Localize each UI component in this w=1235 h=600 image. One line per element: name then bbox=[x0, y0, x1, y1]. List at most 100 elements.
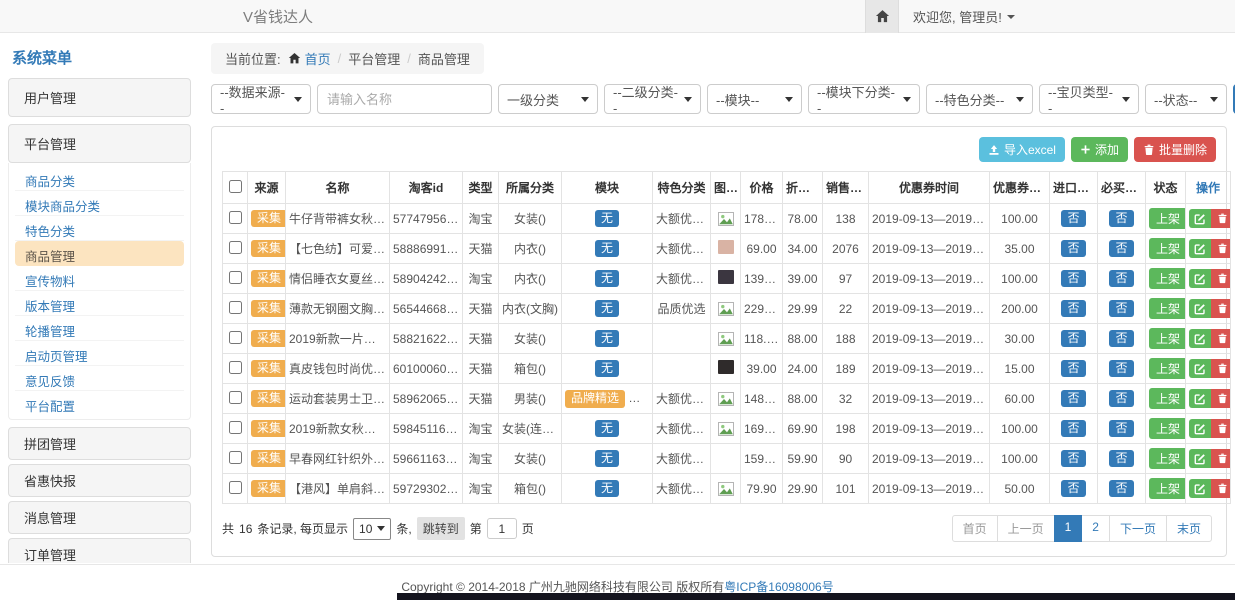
imported-toggle[interactable]: 否 bbox=[1061, 450, 1085, 468]
name-search-input[interactable] bbox=[317, 84, 492, 114]
edit-button[interactable] bbox=[1189, 209, 1211, 228]
imported-toggle[interactable]: 否 bbox=[1061, 270, 1085, 288]
status-button[interactable]: 上架 bbox=[1149, 238, 1186, 259]
edit-button[interactable] bbox=[1189, 359, 1211, 378]
sidebar-subitem[interactable]: 模块商品分类 bbox=[15, 191, 184, 216]
delete-button[interactable] bbox=[1211, 269, 1231, 288]
sidebar-subitem[interactable]: 启动页管理 bbox=[15, 341, 184, 366]
delete-button[interactable] bbox=[1211, 299, 1231, 318]
delete-button[interactable] bbox=[1211, 239, 1231, 258]
pager-item-1[interactable]: 1 bbox=[1054, 515, 1083, 542]
delete-button[interactable] bbox=[1211, 329, 1231, 348]
delete-button[interactable] bbox=[1211, 389, 1231, 408]
home-button[interactable] bbox=[865, 0, 899, 33]
sidebar-subitem[interactable]: 特色分类 bbox=[15, 216, 184, 241]
delete-button[interactable] bbox=[1211, 359, 1231, 378]
imported-toggle[interactable]: 否 bbox=[1061, 390, 1085, 408]
level1-category-select[interactable]: 一级分类 bbox=[498, 84, 598, 114]
jump-button[interactable]: 跳转到 bbox=[417, 517, 465, 540]
sidebar-subitem[interactable]: 宣传物料 bbox=[15, 266, 184, 291]
delete-button[interactable] bbox=[1211, 479, 1231, 498]
row-checkbox[interactable] bbox=[229, 271, 242, 284]
imported-toggle[interactable]: 否 bbox=[1061, 480, 1085, 498]
module-subcategory-select[interactable]: --模块下分类-- bbox=[808, 84, 920, 114]
status-button[interactable]: 上架 bbox=[1149, 268, 1186, 289]
edit-button[interactable] bbox=[1189, 449, 1211, 468]
status-button[interactable]: 上架 bbox=[1149, 388, 1186, 409]
page-number-input[interactable] bbox=[487, 518, 517, 539]
row-checkbox[interactable] bbox=[229, 451, 242, 464]
status-button[interactable]: 上架 bbox=[1149, 448, 1186, 469]
pager-item-2[interactable]: 2 bbox=[1081, 515, 1110, 542]
sidebar-item-platform-mgmt[interactable]: 平台管理 bbox=[8, 124, 191, 163]
pager-item-末页[interactable]: 末页 bbox=[1166, 515, 1212, 542]
page-size-select[interactable]: 10 bbox=[353, 518, 391, 540]
edit-button[interactable] bbox=[1189, 389, 1211, 408]
imported-toggle[interactable]: 否 bbox=[1061, 420, 1085, 438]
import-excel-button[interactable]: 导入excel bbox=[979, 137, 1065, 162]
sidebar-item-user-mgmt[interactable]: 用户管理 bbox=[8, 78, 191, 117]
status-button[interactable]: 上架 bbox=[1149, 418, 1186, 439]
row-checkbox[interactable] bbox=[229, 301, 242, 314]
sidebar-subitem[interactable]: 平台配置 bbox=[15, 391, 184, 416]
must-buy-toggle[interactable]: 否 bbox=[1109, 420, 1133, 438]
edit-button[interactable] bbox=[1189, 329, 1211, 348]
delete-button[interactable] bbox=[1211, 419, 1231, 438]
must-buy-toggle[interactable]: 否 bbox=[1109, 480, 1133, 498]
status-button[interactable]: 上架 bbox=[1149, 478, 1186, 499]
row-checkbox[interactable] bbox=[229, 391, 242, 404]
must-buy-toggle[interactable]: 否 bbox=[1109, 360, 1133, 378]
sidebar-subitem[interactable]: 轮播管理 bbox=[15, 316, 184, 341]
delete-button[interactable] bbox=[1211, 449, 1231, 468]
imported-toggle[interactable]: 否 bbox=[1061, 240, 1085, 258]
sidebar-item-order-mgmt[interactable]: 订单管理 bbox=[8, 538, 191, 563]
must-buy-toggle[interactable]: 否 bbox=[1109, 210, 1133, 228]
delete-button[interactable] bbox=[1211, 209, 1231, 228]
edit-button[interactable] bbox=[1189, 299, 1211, 318]
feature-category-select[interactable]: --特色分类-- bbox=[926, 84, 1033, 114]
edit-button[interactable] bbox=[1189, 479, 1211, 498]
pager-item-上一页[interactable]: 上一页 bbox=[997, 515, 1055, 542]
must-buy-toggle[interactable]: 否 bbox=[1109, 240, 1133, 258]
sidebar-item-saving-news[interactable]: 省惠快报 bbox=[8, 464, 191, 497]
source-filter-select[interactable]: --数据来源-- bbox=[211, 84, 311, 114]
pager-item-下一页[interactable]: 下一页 bbox=[1109, 515, 1167, 542]
row-checkbox[interactable] bbox=[229, 331, 242, 344]
row-checkbox[interactable] bbox=[229, 211, 242, 224]
item-type-select[interactable]: --宝贝类型-- bbox=[1039, 84, 1139, 114]
edit-button[interactable] bbox=[1189, 419, 1211, 438]
icp-link[interactable]: 粤ICP备16098006号 bbox=[724, 580, 833, 594]
must-buy-toggle[interactable]: 否 bbox=[1109, 450, 1133, 468]
status-button[interactable]: 上架 bbox=[1149, 328, 1186, 349]
sidebar-subitem[interactable]: 版本管理 bbox=[15, 291, 184, 316]
sidebar-item-group-buy-mgmt[interactable]: 拼团管理 bbox=[8, 427, 191, 460]
must-buy-toggle[interactable]: 否 bbox=[1109, 300, 1133, 318]
row-checkbox[interactable] bbox=[229, 241, 242, 254]
edit-button[interactable] bbox=[1189, 269, 1211, 288]
must-buy-toggle[interactable]: 否 bbox=[1109, 330, 1133, 348]
sidebar-subitem[interactable]: 意见反馈 bbox=[15, 366, 184, 391]
batch-delete-button[interactable]: 批量删除 bbox=[1134, 137, 1216, 162]
add-button[interactable]: 添加 bbox=[1071, 137, 1128, 162]
level2-category-select[interactable]: --二级分类-- bbox=[604, 84, 701, 114]
status-button[interactable]: 上架 bbox=[1149, 208, 1186, 229]
imported-toggle[interactable]: 否 bbox=[1061, 300, 1085, 318]
must-buy-toggle[interactable]: 否 bbox=[1109, 390, 1133, 408]
status-button[interactable]: 上架 bbox=[1149, 358, 1186, 379]
status-select[interactable]: --状态-- bbox=[1145, 84, 1227, 114]
imported-toggle[interactable]: 否 bbox=[1061, 210, 1085, 228]
select-all-checkbox[interactable] bbox=[229, 180, 242, 193]
imported-toggle[interactable]: 否 bbox=[1061, 360, 1085, 378]
module-select[interactable]: --模块-- bbox=[707, 84, 802, 114]
status-button[interactable]: 上架 bbox=[1149, 298, 1186, 319]
imported-toggle[interactable]: 否 bbox=[1061, 330, 1085, 348]
sidebar-subitem[interactable]: 商品分类 bbox=[15, 166, 184, 191]
edit-button[interactable] bbox=[1189, 239, 1211, 258]
pager-item-首页[interactable]: 首页 bbox=[952, 515, 998, 542]
sidebar-subitem[interactable]: 商品管理 bbox=[15, 241, 184, 266]
breadcrumb-home-link[interactable]: 首页 bbox=[288, 49, 331, 68]
row-checkbox[interactable] bbox=[229, 361, 242, 374]
user-menu[interactable]: 欢迎您, 管理员! bbox=[913, 7, 1015, 26]
row-checkbox[interactable] bbox=[229, 421, 242, 434]
must-buy-toggle[interactable]: 否 bbox=[1109, 270, 1133, 288]
